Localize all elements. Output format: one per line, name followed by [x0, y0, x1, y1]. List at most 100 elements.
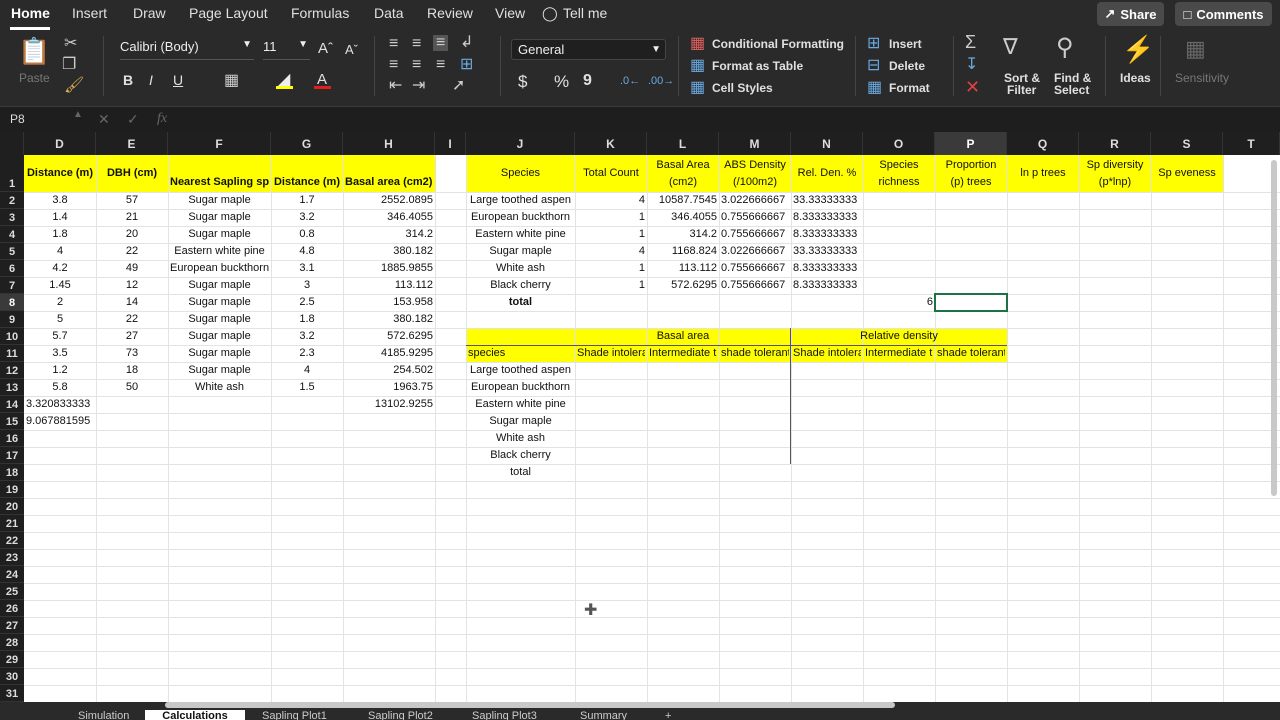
row-header[interactable]: 22 [0, 532, 24, 549]
column-header[interactable]: T [1223, 132, 1280, 155]
underline-button[interactable]: U [173, 72, 183, 88]
cell-J6[interactable]: White ash [468, 260, 573, 277]
cell-E7[interactable]: 12 [98, 277, 166, 294]
cell-H10[interactable]: 572.6295 [345, 328, 433, 345]
horizontal-scrollbar[interactable] [165, 702, 895, 708]
cell-J14[interactable]: Eastern white pine [468, 396, 573, 413]
row-header[interactable]: 1 [0, 155, 24, 192]
cell-D9[interactable]: 5 [26, 311, 94, 328]
tab-draw[interactable]: Draw [133, 5, 166, 21]
cell-J17[interactable]: Black cherry [468, 447, 573, 464]
format-painter-icon[interactable]: 🖌 [64, 78, 84, 94]
sheet-tab[interactable]: Simulation [78, 710, 129, 720]
cell-F3[interactable]: Sugar maple [170, 209, 269, 226]
cancel-icon[interactable]: ✕ [98, 111, 110, 128]
cell-H14[interactable]: 13102.9255 [345, 396, 433, 413]
cell-E4[interactable]: 20 [98, 226, 166, 243]
cell-J3[interactable]: European buckthorn [468, 209, 573, 226]
row-header[interactable]: 7 [0, 277, 24, 294]
number-format-select[interactable]: General ▼ [511, 39, 666, 60]
cell-D5[interactable]: 4 [26, 243, 94, 260]
row-header[interactable]: 9 [0, 311, 24, 328]
row-header[interactable]: 27 [0, 617, 24, 634]
cell-styles-button[interactable]: Cell Styles [712, 81, 773, 95]
column-header[interactable]: S [1151, 132, 1223, 155]
tab-formulas[interactable]: Formulas [291, 5, 349, 21]
percent-button[interactable]: % [554, 72, 569, 92]
column-header[interactable]: N [791, 132, 863, 155]
row-header[interactable]: 8 [0, 294, 24, 311]
ideas-button[interactable]: Ideas [1120, 71, 1151, 85]
format-cells-button[interactable]: Format [889, 81, 930, 95]
cell-Q1[interactable]: ln p trees [1009, 165, 1077, 182]
cell-M2[interactable]: 3.022666667 [721, 192, 789, 209]
row-header[interactable]: 26 [0, 600, 24, 617]
select-all-corner[interactable] [0, 132, 24, 155]
cell-L3[interactable]: 346.4055 [649, 209, 717, 226]
cell-E11[interactable]: 73 [98, 345, 166, 362]
bold-button[interactable]: B [123, 72, 133, 88]
paste-icon[interactable]: 📋 [18, 38, 50, 64]
sheet-tab[interactable]: Sapling Plot2 [368, 710, 433, 720]
sheet-tab[interactable]: Sapling Plot1 [262, 710, 327, 720]
cell-E3[interactable]: 21 [98, 209, 166, 226]
row-header[interactable]: 24 [0, 566, 24, 583]
cell-H4[interactable]: 314.2 [345, 226, 433, 243]
cell-H12[interactable]: 254.502 [345, 362, 433, 379]
namebox-dropdown-icon[interactable]: ▲ [73, 109, 83, 120]
cell-H13[interactable]: 1963.75 [345, 379, 433, 396]
cell-F10[interactable]: Sugar maple [170, 328, 269, 345]
cell-M6[interactable]: 0.755666667 [721, 260, 789, 277]
cell-D2[interactable]: 3.8 [26, 192, 94, 209]
cell-R1-b[interactable]: (p*lnp) [1081, 174, 1149, 191]
row-header[interactable]: 21 [0, 515, 24, 532]
row-header[interactable]: 17 [0, 447, 24, 464]
borders-icon[interactable]: ▦ [224, 73, 239, 89]
cell-F5[interactable]: Eastern white pine [170, 243, 269, 260]
row-header[interactable]: 14 [0, 396, 24, 413]
sheet-tab[interactable]: Summary [580, 710, 627, 720]
insert-function-button[interactable]: fx [157, 111, 167, 127]
cell-K7[interactable]: 1 [577, 277, 645, 294]
share-button[interactable]: ↗ Share [1097, 2, 1164, 26]
cell-H8[interactable]: 153.958 [345, 294, 433, 311]
cell-G5[interactable]: 4.8 [273, 243, 341, 260]
font-size-select[interactable]: 11 ▼ [263, 39, 310, 60]
name-box[interactable]: P8 [10, 112, 25, 126]
cell-O11[interactable]: Intermediate t [865, 345, 933, 362]
cell-N10[interactable]: Relative density [793, 328, 1005, 345]
cell-H9[interactable]: 380.182 [345, 311, 433, 328]
cell-M11[interactable]: shade tolerant [721, 345, 789, 362]
cell-F7[interactable]: Sugar maple [170, 277, 269, 294]
cell-L4[interactable]: 314.2 [649, 226, 717, 243]
cell-D1[interactable]: Distance (m) [26, 165, 94, 182]
cell-D11[interactable]: 3.5 [26, 345, 94, 362]
cell-E10[interactable]: 27 [98, 328, 166, 345]
cell-J4[interactable]: Eastern white pine [468, 226, 573, 243]
row-header[interactable]: 20 [0, 498, 24, 515]
cell-J11[interactable]: species [468, 345, 573, 362]
tab-page-layout[interactable]: Page Layout [189, 5, 268, 21]
enter-icon[interactable]: ✓ [127, 111, 139, 128]
column-header[interactable]: I [435, 132, 466, 155]
cell-K10[interactable]: Basal area [577, 328, 789, 345]
cell-O8[interactable]: 6 [865, 294, 933, 311]
format-as-table-button[interactable]: Format as Table [712, 59, 803, 73]
cell-R1-a[interactable]: Sp diversity [1081, 157, 1149, 174]
comments-button[interactable]: □ Comments [1175, 2, 1272, 26]
cell-D3[interactable]: 1.4 [26, 209, 94, 226]
cell-J16[interactable]: White ash [468, 430, 573, 447]
cell-J18[interactable]: total [468, 464, 573, 481]
row-header[interactable]: 2 [0, 192, 24, 209]
cell-N6[interactable]: 8.333333333 [793, 260, 861, 277]
cell-G2[interactable]: 1.7 [273, 192, 341, 209]
cell-F2[interactable]: Sugar maple [170, 192, 269, 209]
cell-J12[interactable]: Large toothed aspen [468, 362, 573, 379]
cell-P1-a[interactable]: Proportion [937, 157, 1005, 174]
column-header[interactable]: F [168, 132, 271, 155]
align-top-icon[interactable]: ≡ [389, 36, 398, 52]
column-header[interactable]: D [24, 132, 96, 155]
tab-review[interactable]: Review [427, 5, 473, 21]
vertical-scrollbar[interactable] [1271, 160, 1277, 496]
row-header[interactable]: 4 [0, 226, 24, 243]
